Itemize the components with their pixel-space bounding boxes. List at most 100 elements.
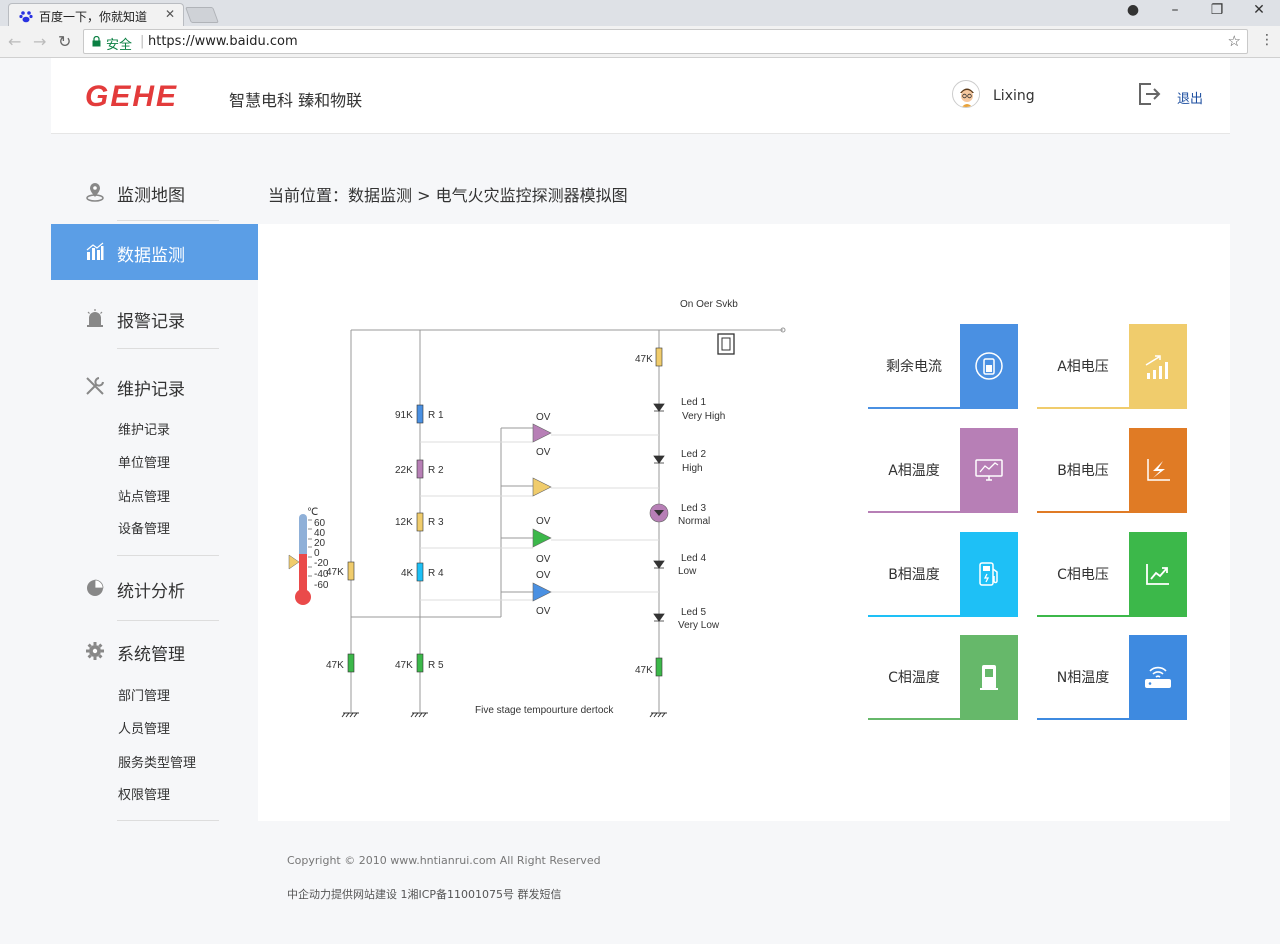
logout-icon[interactable] xyxy=(1135,80,1163,108)
card-icon-box xyxy=(960,635,1018,720)
sidebar-divider xyxy=(117,820,219,821)
sidebar-item-label: 系统管理 xyxy=(117,645,185,665)
username[interactable]: Lixing xyxy=(993,88,1035,104)
thermometer-icon xyxy=(288,514,312,605)
sidebar-item-system-management[interactable]: 系统管理 xyxy=(51,623,258,679)
app-header: GEHE 智慧电科 臻和物联 Lixing 退出 xyxy=(51,58,1230,134)
card-title: 剩余电流 xyxy=(886,359,942,375)
submenu-staff-management[interactable]: 人员管理 xyxy=(118,718,170,737)
resistor-value: 47K xyxy=(395,660,413,671)
card-underline xyxy=(868,615,1018,617)
logout-link[interactable]: 退出 xyxy=(1177,88,1203,107)
led-level: Low xyxy=(678,566,697,577)
circuit-top-caption: On Oer Svkb xyxy=(680,299,738,310)
card-underline xyxy=(1037,718,1187,720)
card-icon-box xyxy=(960,532,1018,617)
led-level: Very Low xyxy=(678,620,720,631)
battery-icon xyxy=(975,352,1003,380)
footer-copyright: Copyright © 2010 www.hntianrui.com All R… xyxy=(287,854,601,867)
url-text: https://www.baidu.com xyxy=(148,34,298,49)
submenu-service-type-management[interactable]: 服务类型管理 xyxy=(118,752,196,771)
scale-label: -60 xyxy=(314,580,329,591)
circuit-diagram: On Oer Svkb Five stage tempourture derto… xyxy=(288,299,786,718)
browser-tab-bar: 百度一下，你就知道 ✕ ● – ❐ ✕ xyxy=(0,0,1280,26)
led-level: High xyxy=(682,463,703,474)
trend-up-icon xyxy=(1146,564,1169,585)
sidebar-item-alarm-records[interactable]: 报警记录 xyxy=(51,290,258,346)
bookmark-star-icon[interactable]: ☆ xyxy=(1228,32,1241,50)
card-b-phase-voltage[interactable]: B相电压 xyxy=(1037,428,1187,513)
submenu-maintenance-records[interactable]: 维护记录 xyxy=(118,419,170,438)
opamp-label: OV xyxy=(536,606,551,617)
wrench-icon xyxy=(86,377,104,395)
close-window-icon[interactable]: ✕ xyxy=(1244,2,1274,18)
led-name: Led 3 xyxy=(681,503,706,514)
card-b-phase-temperature[interactable]: B相温度 xyxy=(868,532,1018,617)
submenu-permission-management[interactable]: 权限管理 xyxy=(118,784,170,803)
card-a-phase-voltage[interactable]: A相电压 xyxy=(1037,324,1187,409)
sidebar-divider xyxy=(117,555,219,556)
opamp-label: OV xyxy=(536,554,551,565)
resistor-value: 91K xyxy=(395,410,413,421)
lightning-chart-icon xyxy=(1147,459,1170,481)
card-title: B相电压 xyxy=(1057,463,1109,479)
submenu-department-management[interactable]: 部门管理 xyxy=(118,685,170,704)
sidebar-divider xyxy=(117,220,219,221)
resistor-group xyxy=(347,347,663,677)
opamp-label: OV xyxy=(536,516,551,527)
resistor-name: R 4 xyxy=(428,568,444,579)
sidebar-item-monitor-map[interactable]: 监测地图 xyxy=(51,164,258,220)
circuit-bottom-caption: Five stage tempourture dertock xyxy=(475,705,614,716)
sidebar-item-label: 数据监测 xyxy=(117,246,185,266)
browser-tab[interactable]: 百度一下，你就知道 ✕ xyxy=(8,3,184,26)
minimize-icon[interactable]: – xyxy=(1160,2,1190,18)
browser-toolbar: ← → ↻ 安全 | https://www.baidu.com ☆ ⋮ xyxy=(0,26,1280,58)
led-level: Very High xyxy=(682,411,725,422)
card-title: C相温度 xyxy=(888,670,940,686)
submenu-device-management[interactable]: 设备管理 xyxy=(118,518,170,537)
card-a-phase-temperature[interactable]: A相温度 xyxy=(868,428,1018,513)
card-icon-box xyxy=(960,428,1018,513)
card-underline xyxy=(1037,511,1187,513)
resistor-name: R 3 xyxy=(428,517,444,528)
sidebar-item-statistics[interactable]: 统计分析 xyxy=(51,560,258,616)
pie-chart-icon xyxy=(87,579,104,596)
card-icon-box xyxy=(1129,532,1187,617)
resistor-value: 47K xyxy=(326,567,344,578)
sidebar-divider xyxy=(117,620,219,621)
card-residual-current[interactable]: 剩余电流 xyxy=(868,324,1018,409)
avatar[interactable] xyxy=(952,80,980,108)
new-tab-button[interactable] xyxy=(185,7,219,23)
maximize-icon[interactable]: ❐ xyxy=(1202,2,1232,18)
resistor-value: 22K xyxy=(395,465,413,476)
browser-menu-icon[interactable]: ⋮ xyxy=(1260,32,1274,48)
forward-icon[interactable]: → xyxy=(33,32,46,51)
card-c-phase-voltage[interactable]: C相电压 xyxy=(1037,532,1187,617)
card-underline xyxy=(1037,615,1187,617)
address-bar[interactable]: 安全 | https://www.baidu.com ☆ xyxy=(83,29,1248,54)
profile-icon[interactable]: ● xyxy=(1118,2,1148,18)
card-underline xyxy=(868,407,1018,409)
resistor-value: 4K xyxy=(401,568,414,579)
gehe-logo[interactable]: GEHE xyxy=(85,80,178,114)
sidebar-item-label: 维护记录 xyxy=(117,380,185,400)
opamp-label: OV xyxy=(536,570,551,581)
led-name: Led 4 xyxy=(681,553,706,564)
resistor-value: 47K xyxy=(326,660,344,671)
back-icon[interactable]: ← xyxy=(8,32,21,51)
submenu-unit-management[interactable]: 单位管理 xyxy=(118,452,170,471)
card-title: A相温度 xyxy=(888,463,940,479)
close-tab-icon[interactable]: ✕ xyxy=(165,7,175,21)
opamp-label: OV xyxy=(536,447,551,458)
card-n-phase-temperature[interactable]: N相温度 xyxy=(1037,635,1187,720)
reload-icon[interactable]: ↻ xyxy=(58,32,71,51)
card-c-phase-temperature[interactable]: C相温度 xyxy=(868,635,1018,720)
sidebar-item-maintenance-records[interactable]: 维护记录 xyxy=(51,358,258,414)
card-title: A相电压 xyxy=(1057,359,1109,375)
resistor-value: 47K xyxy=(635,354,653,365)
sidebar-item-data-monitor[interactable]: 数据监测 xyxy=(51,224,258,280)
map-pin-icon xyxy=(86,183,104,202)
submenu-site-management[interactable]: 站点管理 xyxy=(118,486,170,505)
security-label: 安全 xyxy=(106,38,133,53)
resistor-name: R 1 xyxy=(428,410,444,421)
